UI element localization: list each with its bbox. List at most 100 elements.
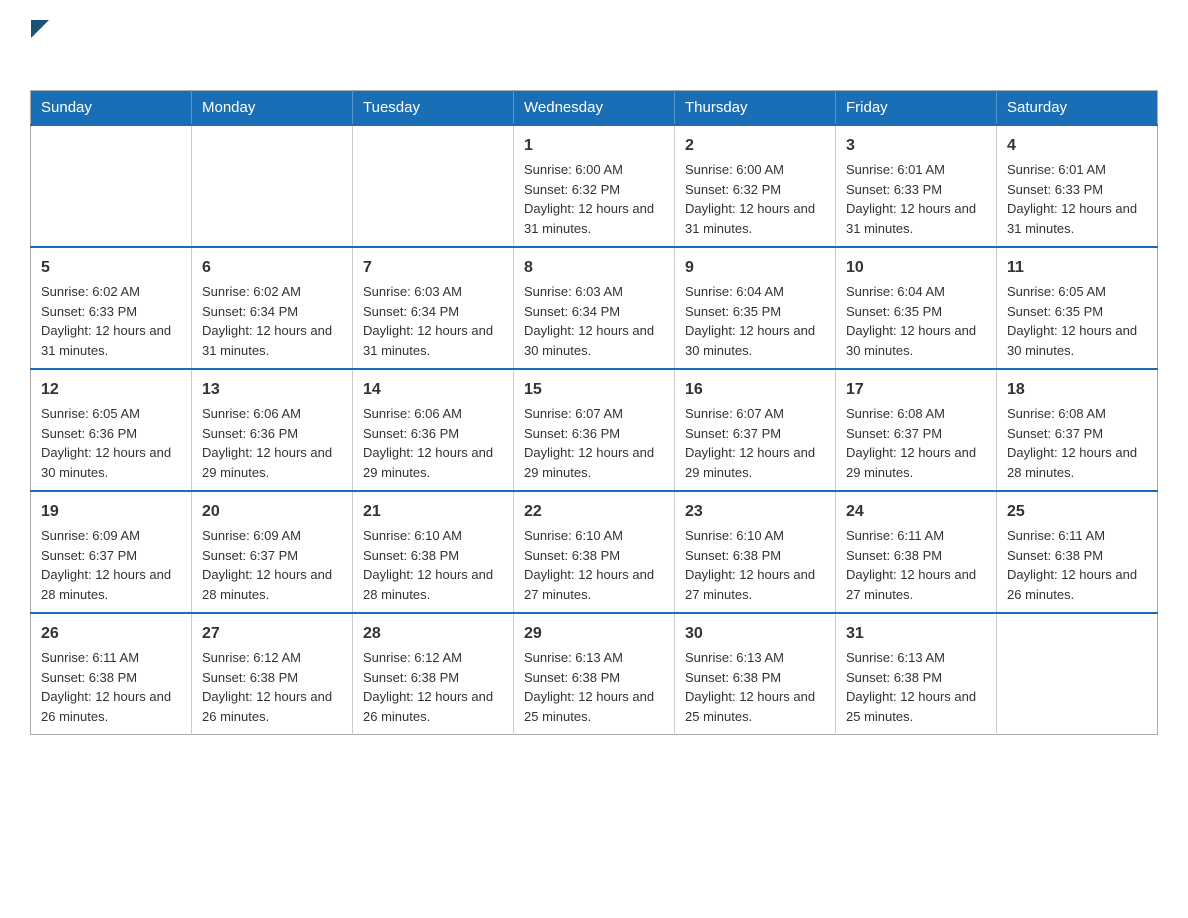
day-info: Sunrise: 6:01 AMSunset: 6:33 PMDaylight:… xyxy=(846,160,986,238)
day-number: 9 xyxy=(685,256,825,280)
calendar-cell: 30Sunrise: 6:13 AMSunset: 6:38 PMDayligh… xyxy=(675,613,836,735)
day-number: 21 xyxy=(363,500,503,524)
calendar-cell xyxy=(353,125,514,247)
calendar-cell: 22Sunrise: 6:10 AMSunset: 6:38 PMDayligh… xyxy=(514,491,675,613)
calendar-cell: 19Sunrise: 6:09 AMSunset: 6:37 PMDayligh… xyxy=(31,491,192,613)
day-number: 3 xyxy=(846,134,986,158)
day-number: 26 xyxy=(41,622,181,646)
day-info: Sunrise: 6:03 AMSunset: 6:34 PMDaylight:… xyxy=(524,282,664,360)
calendar-cell: 13Sunrise: 6:06 AMSunset: 6:36 PMDayligh… xyxy=(192,369,353,491)
day-info: Sunrise: 6:13 AMSunset: 6:38 PMDaylight:… xyxy=(846,648,986,726)
day-info: Sunrise: 6:04 AMSunset: 6:35 PMDaylight:… xyxy=(685,282,825,360)
calendar-cell: 9Sunrise: 6:04 AMSunset: 6:35 PMDaylight… xyxy=(675,247,836,369)
day-info: Sunrise: 6:09 AMSunset: 6:37 PMDaylight:… xyxy=(41,526,181,604)
weekday-header-saturday: Saturday xyxy=(997,91,1158,126)
day-number: 22 xyxy=(524,500,664,524)
calendar-cell: 23Sunrise: 6:10 AMSunset: 6:38 PMDayligh… xyxy=(675,491,836,613)
day-info: Sunrise: 6:07 AMSunset: 6:36 PMDaylight:… xyxy=(524,404,664,482)
calendar-week-row: 5Sunrise: 6:02 AMSunset: 6:33 PMDaylight… xyxy=(31,247,1158,369)
day-number: 20 xyxy=(202,500,342,524)
calendar-cell: 1Sunrise: 6:00 AMSunset: 6:32 PMDaylight… xyxy=(514,125,675,247)
logo xyxy=(30,20,49,70)
day-number: 13 xyxy=(202,378,342,402)
day-info: Sunrise: 6:04 AMSunset: 6:35 PMDaylight:… xyxy=(846,282,986,360)
calendar-cell: 18Sunrise: 6:08 AMSunset: 6:37 PMDayligh… xyxy=(997,369,1158,491)
calendar-table: SundayMondayTuesdayWednesdayThursdayFrid… xyxy=(30,90,1158,735)
day-number: 27 xyxy=(202,622,342,646)
calendar-cell xyxy=(192,125,353,247)
day-number: 5 xyxy=(41,256,181,280)
day-info: Sunrise: 6:05 AMSunset: 6:36 PMDaylight:… xyxy=(41,404,181,482)
day-info: Sunrise: 6:12 AMSunset: 6:38 PMDaylight:… xyxy=(202,648,342,726)
day-number: 10 xyxy=(846,256,986,280)
day-number: 31 xyxy=(846,622,986,646)
calendar-cell: 25Sunrise: 6:11 AMSunset: 6:38 PMDayligh… xyxy=(997,491,1158,613)
calendar-cell: 24Sunrise: 6:11 AMSunset: 6:38 PMDayligh… xyxy=(836,491,997,613)
day-info: Sunrise: 6:05 AMSunset: 6:35 PMDaylight:… xyxy=(1007,282,1147,360)
day-info: Sunrise: 6:03 AMSunset: 6:34 PMDaylight:… xyxy=(363,282,503,360)
calendar-cell: 12Sunrise: 6:05 AMSunset: 6:36 PMDayligh… xyxy=(31,369,192,491)
day-info: Sunrise: 6:02 AMSunset: 6:33 PMDaylight:… xyxy=(41,282,181,360)
weekday-header-row: SundayMondayTuesdayWednesdayThursdayFrid… xyxy=(31,91,1158,126)
calendar-week-row: 1 Sunrise: 6:00 AMSunset: 6:32 PMDaylight… xyxy=(31,125,1158,247)
day-info: Sunrise: 6:08 AMSunset: 6:37 PMDaylight:… xyxy=(1007,404,1147,482)
day-info: Sunrise: 6:00 AMSunset: 6:32 PMDaylight:… xyxy=(685,160,825,238)
day-info: Sunrise: 6:12 AMSunset: 6:38 PMDaylight:… xyxy=(363,648,503,726)
day-number: 25 xyxy=(1007,500,1147,524)
day-info: Sunrise: 6:13 AMSunset: 6:38 PMDaylight:… xyxy=(685,648,825,726)
day-info: Sunrise: 6:11 AMSunset: 6:38 PMDaylight:… xyxy=(846,526,986,604)
day-info: Sunrise: 6:10 AMSunset: 6:38 PMDaylight:… xyxy=(524,526,664,604)
day-number: 12 xyxy=(41,378,181,402)
calendar-cell: 26Sunrise: 6:11 AMSunset: 6:38 PMDayligh… xyxy=(31,613,192,735)
calendar-cell: 11Sunrise: 6:05 AMSunset: 6:35 PMDayligh… xyxy=(997,247,1158,369)
day-number: 11 xyxy=(1007,256,1147,280)
calendar-cell: 27Sunrise: 6:12 AMSunset: 6:38 PMDayligh… xyxy=(192,613,353,735)
calendar-cell: 7Sunrise: 6:03 AMSunset: 6:34 PMDaylight… xyxy=(353,247,514,369)
logo-arrow-icon xyxy=(31,20,49,38)
calendar-week-row: 12Sunrise: 6:05 AMSunset: 6:36 PMDayligh… xyxy=(31,369,1158,491)
day-number: 1 xyxy=(524,134,664,158)
calendar-cell: 28Sunrise: 6:12 AMSunset: 6:38 PMDayligh… xyxy=(353,613,514,735)
day-number: 7 xyxy=(363,256,503,280)
day-number: 17 xyxy=(846,378,986,402)
calendar-cell xyxy=(997,613,1158,735)
calendar-cell: 6Sunrise: 6:02 AMSunset: 6:34 PMDaylight… xyxy=(192,247,353,369)
day-number: 4 xyxy=(1007,134,1147,158)
day-number: 30 xyxy=(685,622,825,646)
day-info: Sunrise: 6:13 AMSunset: 6:38 PMDaylight:… xyxy=(524,648,664,726)
weekday-header-friday: Friday xyxy=(836,91,997,126)
calendar-cell: 14Sunrise: 6:06 AMSunset: 6:36 PMDayligh… xyxy=(353,369,514,491)
day-info: Sunrise: 6:08 AMSunset: 6:37 PMDaylight:… xyxy=(846,404,986,482)
day-number: 2 xyxy=(685,134,825,158)
weekday-header-tuesday: Tuesday xyxy=(353,91,514,126)
day-info: Sunrise: 6:10 AMSunset: 6:38 PMDaylight:… xyxy=(363,526,503,604)
calendar-cell: 31Sunrise: 6:13 AMSunset: 6:38 PMDayligh… xyxy=(836,613,997,735)
day-number: 6 xyxy=(202,256,342,280)
header xyxy=(30,20,1158,70)
calendar-cell: 16Sunrise: 6:07 AMSunset: 6:37 PMDayligh… xyxy=(675,369,836,491)
calendar-cell: 3Sunrise: 6:01 AMSunset: 6:33 PMDaylight… xyxy=(836,125,997,247)
calendar-cell: 8Sunrise: 6:03 AMSunset: 6:34 PMDaylight… xyxy=(514,247,675,369)
calendar-cell: 15Sunrise: 6:07 AMSunset: 6:36 PMDayligh… xyxy=(514,369,675,491)
day-info: Sunrise: 6:10 AMSunset: 6:38 PMDaylight:… xyxy=(685,526,825,604)
calendar-week-row: 19Sunrise: 6:09 AMSunset: 6:37 PMDayligh… xyxy=(31,491,1158,613)
day-number: 28 xyxy=(363,622,503,646)
day-number: 23 xyxy=(685,500,825,524)
calendar-cell: 10Sunrise: 6:04 AMSunset: 6:35 PMDayligh… xyxy=(836,247,997,369)
day-number: 16 xyxy=(685,378,825,402)
day-number: 15 xyxy=(524,378,664,402)
day-info: Sunrise: 6:06 AMSunset: 6:36 PMDaylight:… xyxy=(363,404,503,482)
day-info: Sunrise: 6:11 AMSunset: 6:38 PMDaylight:… xyxy=(1007,526,1147,604)
day-info: Sunrise: 6:01 AMSunset: 6:33 PMDaylight:… xyxy=(1007,160,1147,238)
calendar-cell: 4Sunrise: 6:01 AMSunset: 6:33 PMDaylight… xyxy=(997,125,1158,247)
calendar-cell xyxy=(31,125,192,247)
day-number: 8 xyxy=(524,256,664,280)
calendar-cell: 29Sunrise: 6:13 AMSunset: 6:38 PMDayligh… xyxy=(514,613,675,735)
calendar-week-row: 26Sunrise: 6:11 AMSunset: 6:38 PMDayligh… xyxy=(31,613,1158,735)
calendar-cell: 17Sunrise: 6:08 AMSunset: 6:37 PMDayligh… xyxy=(836,369,997,491)
weekday-header-sunday: Sunday xyxy=(31,91,192,126)
calendar-cell: 5Sunrise: 6:02 AMSunset: 6:33 PMDaylight… xyxy=(31,247,192,369)
day-info: Sunrise: 6:02 AMSunset: 6:34 PMDaylight:… xyxy=(202,282,342,360)
day-info: Sunrise: 6:11 AMSunset: 6:38 PMDaylight:… xyxy=(41,648,181,726)
calendar-cell: 2Sunrise: 6:00 AMSunset: 6:32 PMDaylight… xyxy=(675,125,836,247)
